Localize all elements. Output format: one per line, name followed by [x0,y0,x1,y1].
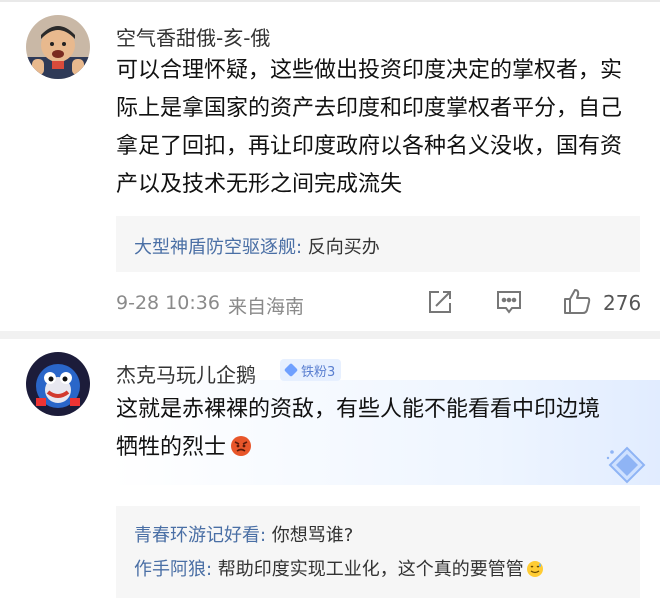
username[interactable]: 空气香甜俄-亥-俄 [116,22,270,51]
like-icon[interactable] [560,285,594,317]
reply-username[interactable]: 作手阿狼: [134,559,212,580]
comment-text: 可以合理怀疑，这些做出投资印度决定的掌权者，实 际上是拿国家的资产去印度和印度掌… [116,52,622,204]
avatar[interactable] [26,15,90,79]
reply-box[interactable] [116,506,640,598]
share-icon[interactable] [425,287,455,317]
fan-badge[interactable]: 铁粉3 [280,359,342,381]
reply-text: 你想骂谁? [266,525,354,546]
diamond-icon [283,362,299,378]
angry-face-icon [230,432,252,470]
comment-icon[interactable] [493,287,525,317]
reply-item[interactable]: 大型神盾防空驱逐舰: 反向买办 [134,233,380,259]
username[interactable]: 杰克马玩儿企鹅 [116,359,256,388]
reply-item[interactable]: 作手阿狼: 帮助印度实现工业化，这个真的要管管 [134,555,544,583]
decorative-gem-icon [606,444,648,488]
reply-username[interactable]: 青春环游记好看: [134,525,266,546]
avatar[interactable] [26,352,90,416]
comment-line: 这就是赤裸裸的资敌，有些人能不能看看中印边境 [116,397,601,422]
reply-username[interactable]: 大型神盾防空驱逐舰: [134,237,302,258]
comment-divider [0,331,660,339]
comment-location: 来自海南 [228,296,305,318]
comment-text: 这就是赤裸裸的资敌，有些人能不能看看中印边境 牺牲的烈士 [116,391,600,470]
comment-line-last: 牺牲的烈士 [116,429,600,470]
reply-text: 帮助印度实现工业化，这个真的要管管 [212,559,524,580]
reply-text: 反向买办 [302,237,380,258]
comment-line: 可以合理怀疑，这些做出投资印度决定的掌权者，实 [116,58,623,83]
top-divider [0,0,660,2]
comment-time: 9-28 10:36 [116,292,220,314]
badge-label: 铁粉3 [301,364,336,380]
comment-line: 拿足了回扣，再让印度政府以各种名义没收，国有资 [116,134,623,159]
comment-line: 际上是拿国家的资产去印度和印度掌权者平分，自己 [116,96,623,121]
like-count: 276 [603,291,642,315]
comment-line: 产以及技术无形之间完成流失 [116,172,403,197]
reply-item[interactable]: 青春环游记好看: 你想骂谁? [134,521,353,547]
sweat-smile-icon [526,560,544,583]
